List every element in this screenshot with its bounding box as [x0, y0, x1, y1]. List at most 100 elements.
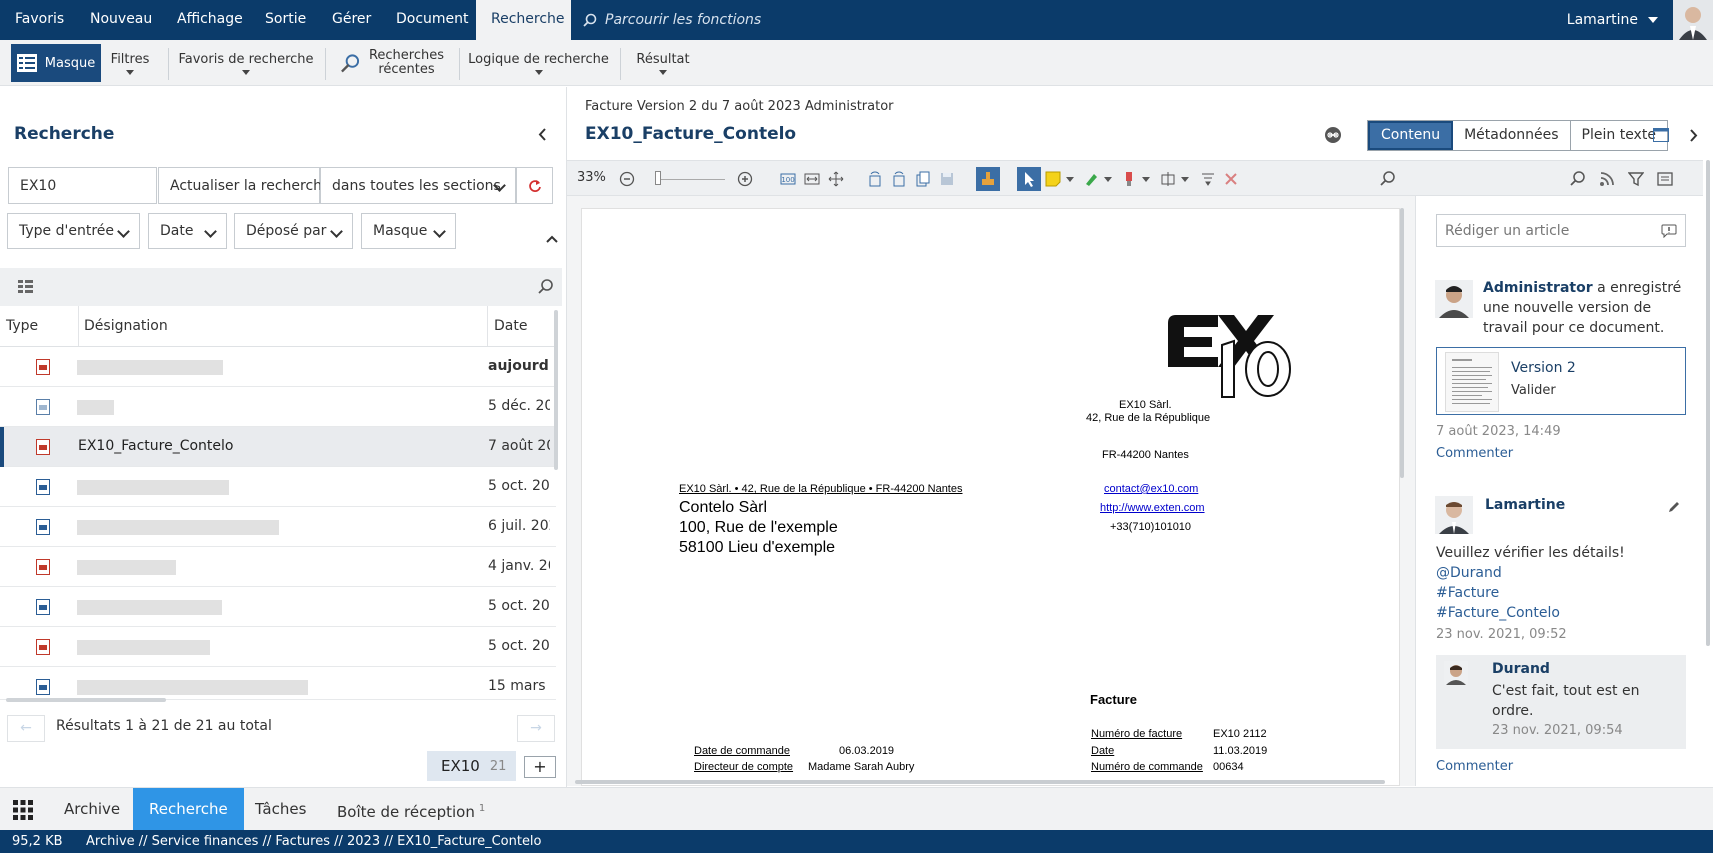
feed-options-icon[interactable] [1657, 171, 1673, 187]
document-search-icon[interactable] [1380, 171, 1396, 187]
search-input[interactable]: EX10 [8, 167, 157, 204]
list-scrollbar-vertical[interactable] [554, 310, 558, 470]
previous-page-button[interactable]: ← [7, 715, 45, 742]
annotation-mode-button[interactable] [976, 167, 1000, 191]
search-tag[interactable]: EX10 21 [427, 751, 516, 781]
collapse-panel-button[interactable] [538, 128, 547, 141]
column-type[interactable]: Type [6, 318, 38, 334]
chevron-down-icon[interactable] [1180, 171, 1190, 187]
rss-icon[interactable] [1599, 171, 1615, 187]
results-search-button[interactable] [538, 279, 553, 294]
list-scrollbar-horizontal[interactable] [6, 698, 166, 702]
link-button[interactable] [1324, 127, 1342, 143]
zoom-slider-track[interactable] [655, 179, 725, 180]
view-options-button[interactable] [18, 280, 33, 294]
filters-button[interactable]: Filtres [110, 40, 150, 86]
menu-sortie[interactable]: Sortie [250, 0, 321, 40]
scope-select[interactable]: dans toutes les sections [320, 167, 516, 204]
rotate-left-icon[interactable] [867, 171, 883, 187]
edit-icon[interactable] [1667, 500, 1681, 514]
list-item[interactable]: 4 janv. 2023 [0, 547, 556, 587]
chevron-down-icon[interactable] [1103, 171, 1113, 187]
chevron-down-icon[interactable] [1065, 171, 1075, 187]
post-icon[interactable] [1661, 224, 1677, 238]
result-button[interactable]: Résultat [636, 40, 690, 86]
chevron-down-icon[interactable] [1141, 171, 1151, 187]
sticky-note-icon[interactable] [1045, 171, 1061, 187]
post-2-author[interactable]: Lamartine [1485, 495, 1565, 515]
highlighter-icon[interactable] [1083, 171, 1099, 187]
filter-icon[interactable] [1628, 171, 1644, 187]
menu-document[interactable]: Document [381, 0, 484, 40]
tab-boite-de-reception[interactable]: Boîte de réception 1 [321, 788, 501, 831]
delete-icon[interactable] [1223, 171, 1239, 187]
list-item[interactable]: 5 oct. 2023 [0, 587, 556, 627]
reply-author[interactable]: Durand [1492, 659, 1550, 679]
marker-icon[interactable] [1121, 171, 1137, 187]
user-menu[interactable]: Lamartine [1567, 0, 1658, 40]
viewer-scrollbar-vertical[interactable] [1400, 208, 1404, 478]
list-item[interactable]: 5 déc. 2023 [0, 387, 556, 427]
zoom-in-icon[interactable] [737, 171, 753, 187]
zoom-slider-handle[interactable] [655, 171, 661, 185]
hashtag-facture-contelo[interactable]: #Facture_Contelo [1436, 603, 1560, 623]
function-search[interactable]: Parcourir les fonctions [583, 0, 761, 40]
list-item[interactable]: 5 oct. 2023 [0, 467, 556, 507]
tab-taches[interactable]: Tâches [239, 788, 322, 831]
version-card[interactable]: Version 2 Valider [1436, 347, 1686, 415]
viewer-scrollbar-horizontal[interactable] [575, 780, 1385, 784]
list-item[interactable]: aujourd'hui [0, 347, 556, 387]
add-search-tab-button[interactable]: + [524, 756, 556, 778]
filter-annotations-icon[interactable] [1200, 171, 1216, 187]
tab-recherche[interactable]: Recherche [133, 788, 244, 831]
app-launcher-button[interactable] [13, 800, 33, 820]
mask-button[interactable]: Masque [11, 44, 101, 82]
fit-width-icon[interactable] [804, 171, 820, 187]
insert-text-icon[interactable] [1160, 171, 1176, 187]
actual-size-icon[interactable]: 100 [780, 171, 796, 187]
column-divider[interactable] [487, 306, 488, 346]
invoice-email-link[interactable]: contact@ex10.com [1104, 483, 1198, 495]
collapse-filters-button[interactable] [546, 235, 558, 243]
menu-gerer[interactable]: Gérer [317, 0, 386, 40]
expand-right-button[interactable] [1690, 129, 1698, 142]
mention-durand[interactable]: @Durand [1436, 563, 1502, 583]
menu-favoris[interactable]: Favoris [0, 0, 79, 40]
menu-recherche[interactable]: Recherche [476, 0, 571, 40]
comment-link-2[interactable]: Commenter [1436, 757, 1513, 777]
write-post-input[interactable]: Rédiger un article [1436, 214, 1686, 247]
search-logic-button[interactable]: Logique de recherche [468, 40, 609, 86]
save-icon[interactable] [939, 171, 955, 187]
zoom-out-icon[interactable] [619, 171, 635, 187]
filter-mask[interactable]: Masque [361, 213, 456, 249]
filter-deposited-by[interactable]: Déposé par [234, 213, 353, 249]
search-favorites-button[interactable]: Favoris de recherche [178, 40, 314, 86]
menu-nouveau[interactable]: Nouveau [75, 0, 167, 40]
column-divider[interactable] [78, 306, 79, 346]
rotate-right-icon[interactable] [891, 171, 907, 187]
tab-archive[interactable]: Archive [48, 788, 136, 831]
hashtag-facture[interactable]: #Facture [1436, 583, 1499, 603]
comment-link-1[interactable]: Commenter [1436, 444, 1513, 464]
feed-scrollbar[interactable] [1706, 160, 1710, 646]
reset-search-button[interactable] [516, 167, 553, 204]
select-tool-button[interactable] [1017, 167, 1041, 191]
list-item[interactable]: 5 oct. 2023 [0, 627, 556, 667]
column-date[interactable]: Date [494, 318, 527, 334]
column-designation[interactable]: Désignation [84, 318, 168, 334]
list-item-selected[interactable]: EX10_Facture_Contelo 7 août 2023 [0, 427, 556, 467]
filter-date[interactable]: Date [148, 213, 227, 249]
invoice-web-link[interactable]: http://www.exten.com [1100, 502, 1205, 514]
user-avatar[interactable] [1673, 0, 1713, 40]
recent-searches-button[interactable]: Recherches récentes [340, 40, 444, 86]
layout-toggle-button[interactable] [1653, 128, 1669, 142]
tab-contenu[interactable]: Contenu [1368, 121, 1454, 150]
tab-metadonnees[interactable]: Métadonnées [1453, 121, 1571, 150]
copy-page-icon[interactable] [915, 171, 931, 187]
menu-affichage[interactable]: Affichage [162, 0, 258, 40]
fit-page-icon[interactable] [828, 171, 844, 187]
list-item[interactable]: 6 juil. 2023 [0, 507, 556, 547]
list-item[interactable]: 15 mars 2023 [0, 667, 556, 700]
next-page-button[interactable]: → [517, 715, 555, 742]
post-1-author[interactable]: Administrator [1483, 280, 1593, 296]
